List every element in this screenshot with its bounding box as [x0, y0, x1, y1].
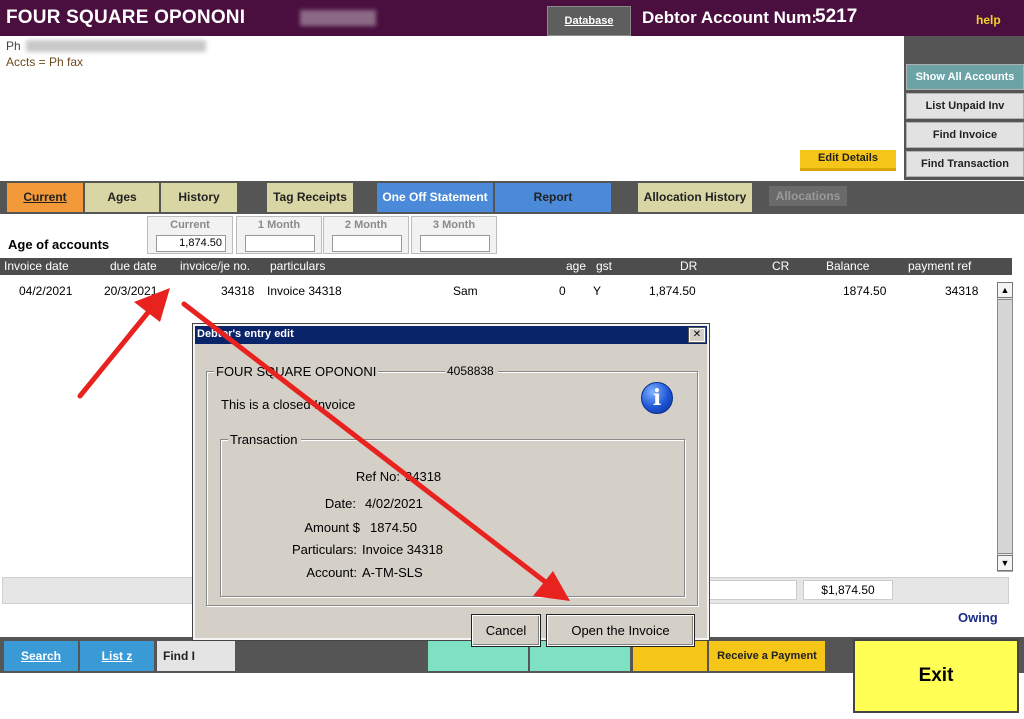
phone-label: Ph	[6, 39, 21, 53]
arrow-line-1	[77, 307, 153, 399]
age-3-month-label: 3 Month	[432, 219, 476, 231]
account-label: Account:	[306, 565, 357, 580]
scroll-up-arrow-icon[interactable]: ▲	[997, 282, 1013, 298]
account-value: A-TM-SLS	[362, 565, 423, 580]
search-button[interactable]: Search	[4, 641, 78, 671]
database-button[interactable]: Database	[547, 6, 631, 36]
cell-invoice-date: 04/2/2021	[19, 284, 73, 298]
cell-particulars: Invoice 34318	[267, 284, 342, 298]
dialog-title: Debtor's entry edit	[197, 328, 294, 340]
age-1-month-value	[245, 235, 315, 252]
cancel-button[interactable]: Cancel	[471, 614, 541, 647]
exit-button[interactable]: Exit	[853, 639, 1019, 713]
close-icon[interactable]: ✕	[688, 327, 706, 343]
tab-current[interactable]: Current	[7, 183, 83, 212]
age-1-month-label: 1 Month	[257, 219, 301, 231]
cell-payment-ref: 34318	[945, 284, 979, 298]
age-current-label: Current	[170, 219, 210, 231]
ref-no-value: 34318	[405, 469, 442, 484]
app-title: FOUR SQUARE OPONONI	[6, 7, 246, 28]
debtor-account-number: 5217	[815, 6, 858, 27]
col-age[interactable]: age	[566, 259, 586, 273]
dialog-company-code: 4058838	[445, 364, 498, 378]
show-all-accounts-button[interactable]: Show All Accounts	[906, 64, 1024, 90]
debtor-account-label: Debtor Account Num:	[642, 8, 818, 27]
amount-value: 1874.50	[370, 520, 417, 535]
dialog-status-message: This is a closed Invoice	[221, 397, 356, 412]
col-cr[interactable]: CR	[772, 259, 789, 273]
particulars-value: Invoice 34318	[362, 542, 443, 557]
col-balance[interactable]: Balance	[826, 259, 869, 273]
tab-report[interactable]: Report	[495, 183, 611, 212]
cell-balance: 1874.50	[843, 284, 887, 298]
total-field-blank	[709, 580, 797, 600]
age-current-box: Current 1,874.50	[147, 216, 233, 254]
age-1-month-box: 1 Month	[236, 216, 322, 254]
cell-gst: Y	[593, 284, 602, 298]
receive-payment-button[interactable]: Receive a Payment	[709, 641, 825, 671]
redacted-field	[300, 10, 376, 26]
col-due-date[interactable]: due date	[110, 259, 157, 273]
amount-label: Amount $	[304, 520, 360, 535]
col-dr[interactable]: DR	[680, 259, 697, 273]
accounts-contact-line: Accts = Ph fax	[6, 55, 84, 69]
col-gst[interactable]: gst	[596, 259, 612, 273]
age-3-month-box: 3 Month	[411, 216, 497, 254]
tab-allocation-history[interactable]: Allocation History	[638, 183, 752, 212]
info-icon: i	[641, 382, 673, 414]
find-button[interactable]: Find I	[157, 641, 235, 671]
age-2-month-value	[332, 235, 402, 252]
col-invoice-date[interactable]: Invoice date	[4, 259, 69, 273]
dialog-company-name: FOUR SQUARE OPONONI	[214, 364, 379, 379]
tab-tag-receipts[interactable]: Tag Receipts	[267, 183, 353, 212]
grid-header: Invoice date due date invoice/je no. par…	[0, 258, 1012, 275]
date-value: 4/02/2021	[365, 496, 423, 511]
col-particulars[interactable]: particulars	[270, 259, 325, 273]
cell-invoice-no: 34318	[221, 284, 255, 298]
particulars-label: Particulars:	[291, 542, 357, 557]
total-amount: $1,874.50	[803, 580, 893, 600]
redacted-phone	[26, 40, 206, 52]
scrollbar-thumb[interactable]	[997, 299, 1013, 554]
date-label: Date:	[324, 496, 356, 511]
help-link[interactable]: help	[976, 13, 1001, 27]
scroll-down-arrow-icon[interactable]: ▼	[997, 555, 1013, 571]
cell-age: 0	[559, 284, 566, 298]
owing-label: Owing	[958, 610, 998, 625]
find-transaction-button[interactable]: Find Transaction	[906, 151, 1024, 177]
age-2-month-box: 2 Month	[323, 216, 409, 254]
transaction-group-label: Transaction	[228, 432, 302, 447]
tab-history[interactable]: History	[161, 183, 237, 212]
ref-no-label: Ref No:	[355, 469, 400, 484]
tab-one-off-statement[interactable]: One Off Statement	[377, 183, 493, 212]
age-3-month-value	[420, 235, 490, 252]
tab-allocations: Allocations	[769, 186, 847, 206]
find-invoice-button[interactable]: Find Invoice	[906, 122, 1024, 148]
age-2-month-label: 2 Month	[344, 219, 388, 231]
tab-ages[interactable]: Ages	[85, 183, 159, 212]
col-invoice-no[interactable]: invoice/je no.	[180, 259, 250, 273]
age-current-value: 1,874.50	[156, 235, 226, 252]
edit-details-button[interactable]: Edit Details	[800, 150, 896, 171]
open-invoice-button[interactable]: Open the Invoice	[546, 614, 695, 647]
col-payment-ref[interactable]: payment ref	[908, 259, 971, 273]
cell-due-date: 20/3/2021	[104, 284, 158, 298]
cell-who: Sam	[453, 284, 478, 298]
age-of-accounts-label: Age of accounts	[8, 237, 110, 252]
list-unpaid-invoices-button[interactable]: List Unpaid Inv	[906, 93, 1024, 119]
list-z-button[interactable]: List z	[80, 641, 154, 671]
cell-dr: 1,874.50	[649, 284, 696, 298]
